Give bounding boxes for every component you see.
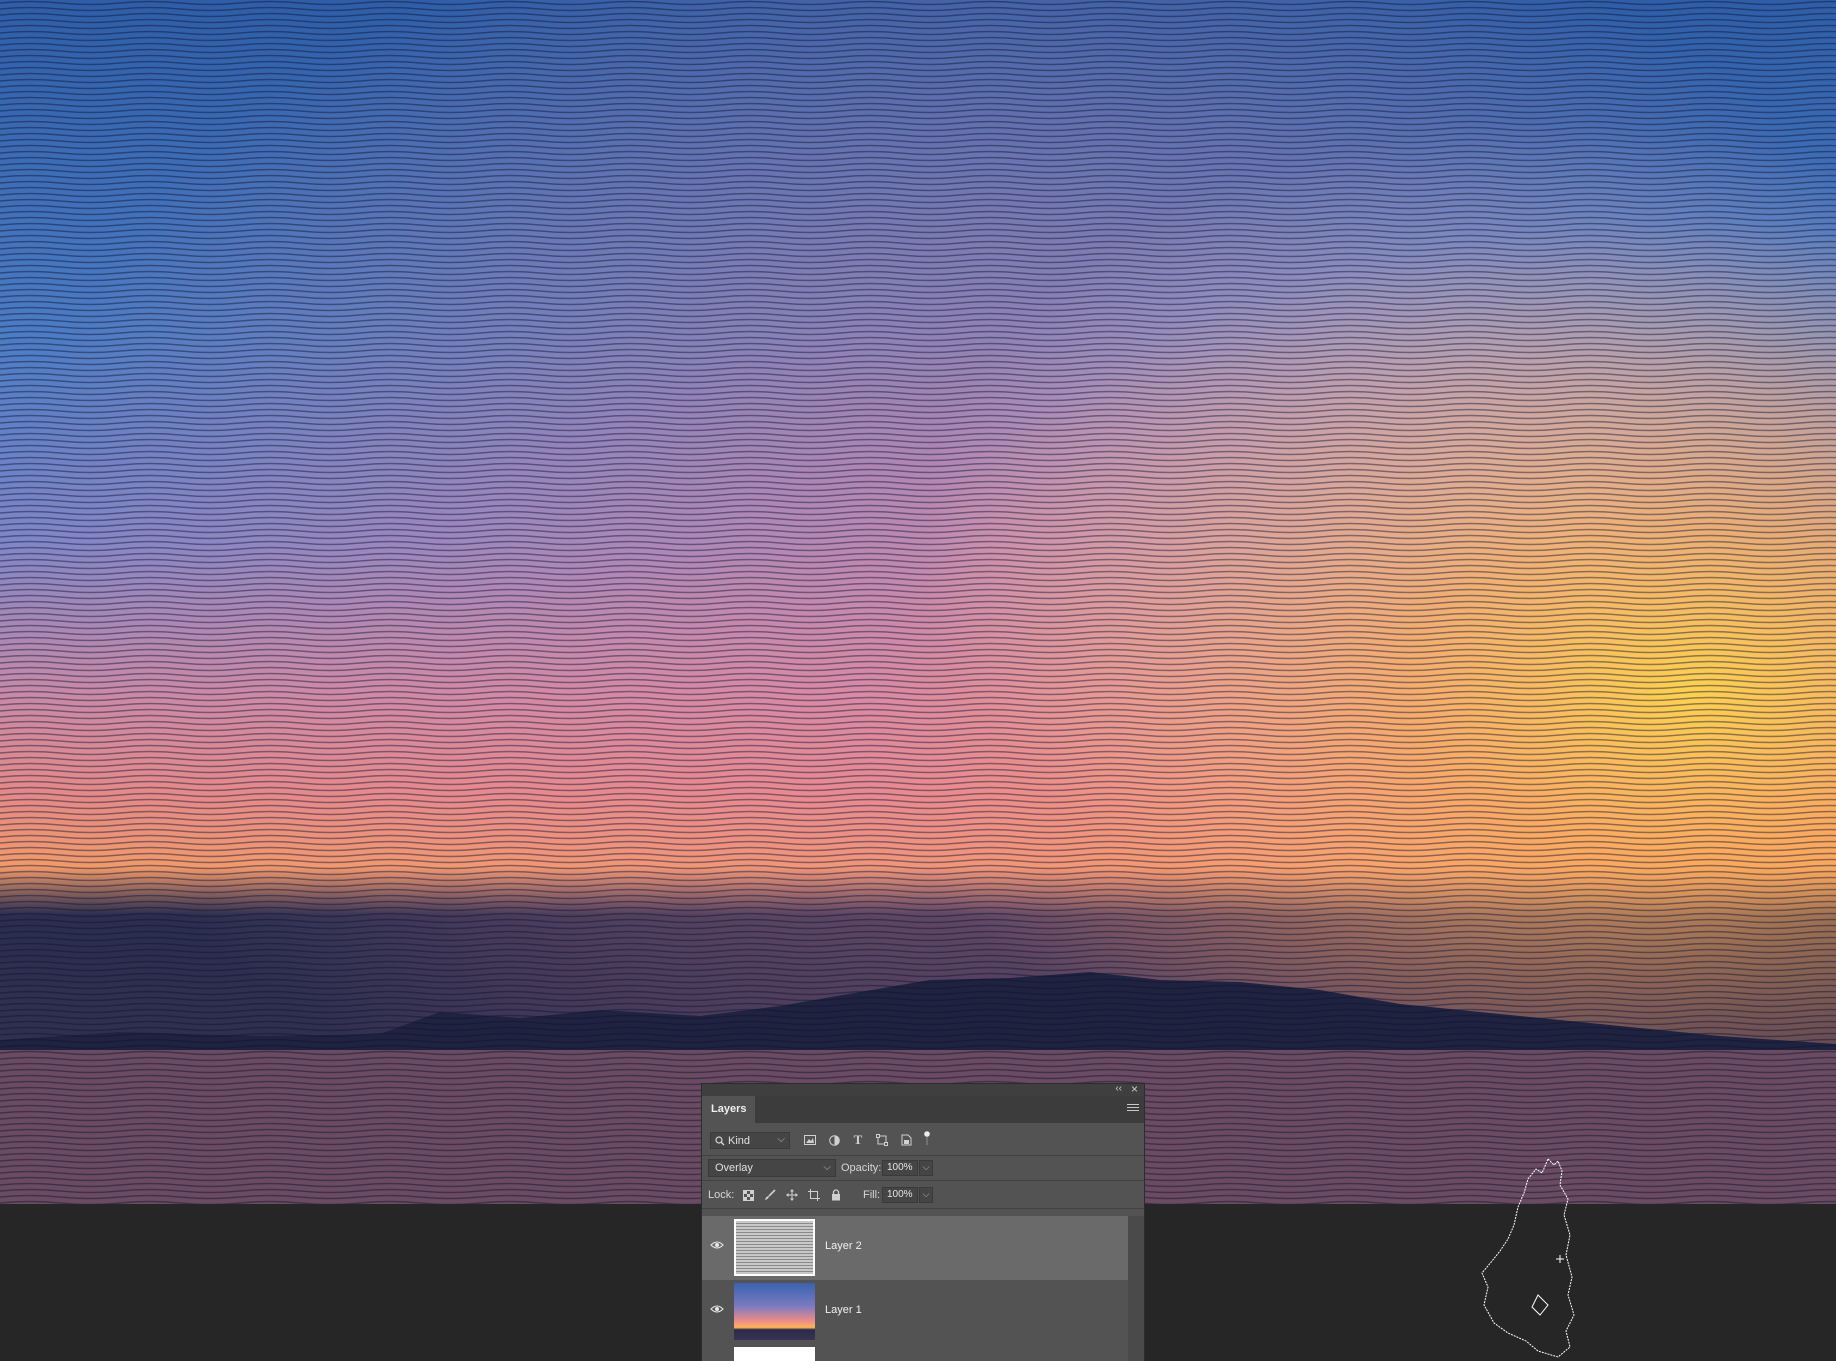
- panel-tab-strip: Layers: [702, 1096, 1144, 1123]
- document-canvas[interactable]: [0, 0, 1836, 1204]
- search-icon: [715, 1135, 725, 1145]
- visibility-eye-icon[interactable]: [710, 1304, 724, 1314]
- layer-row-layer-2[interactable]: Layer 2: [702, 1216, 1128, 1280]
- blend-row: Overlay ⌵ Opacity: 100% ⌵: [702, 1157, 1144, 1179]
- filter-kind-label: Kind: [728, 1134, 751, 1147]
- chevron-down-icon: ⌵: [777, 1134, 785, 1145]
- lock-position-icon[interactable]: [784, 1187, 800, 1203]
- divider: [702, 1180, 1144, 1181]
- visibility-eye-icon[interactable]: [710, 1240, 724, 1250]
- divider: [702, 1155, 1144, 1156]
- smart-object-filter-icon[interactable]: [898, 1132, 914, 1148]
- crosshair-cursor-icon: [1556, 1255, 1564, 1263]
- shape-filter-icon[interactable]: [874, 1132, 890, 1148]
- filter-toggle-switch[interactable]: [924, 1131, 930, 1145]
- fill-label: Fill:: [863, 1189, 881, 1201]
- lock-artboard-icon[interactable]: [806, 1187, 822, 1203]
- layers-scrollbar[interactable]: [1128, 1216, 1144, 1361]
- opacity-slider-dropdown[interactable]: ⌵: [919, 1160, 933, 1176]
- blend-mode-select[interactable]: Overlay ⌵: [708, 1159, 836, 1177]
- layer-name[interactable]: Layer 2: [825, 1240, 862, 1252]
- lock-transparent-pixels-icon[interactable]: [740, 1187, 756, 1203]
- background-thumbnail[interactable]: [734, 1347, 815, 1361]
- layer-1-thumbnail[interactable]: [734, 1283, 815, 1340]
- lock-image-pixels-icon[interactable]: [762, 1187, 778, 1203]
- sunset-image: [0, 0, 1836, 1204]
- layer-name[interactable]: Layer 1: [825, 1304, 862, 1316]
- close-panel-icon[interactable]: ×: [1131, 1082, 1138, 1096]
- lock-all-icon[interactable]: [828, 1187, 844, 1203]
- panel-menu-icon[interactable]: [1127, 1102, 1139, 1114]
- blend-mode-value: Overlay: [715, 1162, 753, 1174]
- tab-layers[interactable]: Layers: [702, 1096, 756, 1123]
- lock-label: Lock:: [708, 1189, 735, 1201]
- lock-row: Lock: Fill: 100% ⌵: [702, 1184, 1144, 1206]
- layers-panel: ‹‹ × Layers Kind ⌵ T Overlay ⌵ Opacity: …: [702, 1082, 1144, 1361]
- divider: [702, 1208, 1144, 1209]
- adjustment-filter-icon[interactable]: [826, 1132, 842, 1148]
- layer-2-thumbnail[interactable]: [734, 1219, 815, 1276]
- image-filter-icon[interactable]: [802, 1132, 818, 1148]
- layer-filter-row: Kind ⌵ T: [702, 1130, 1144, 1154]
- opacity-input[interactable]: 100%: [882, 1160, 918, 1176]
- layer-row-background[interactable]: [702, 1344, 1128, 1361]
- collapse-panel-icon[interactable]: ‹‹: [1115, 1083, 1122, 1094]
- type-filter-icon[interactable]: T: [850, 1132, 866, 1148]
- fill-slider-dropdown[interactable]: ⌵: [919, 1187, 933, 1203]
- opacity-label: Opacity:: [841, 1162, 882, 1174]
- layer-row-layer-1[interactable]: Layer 1: [702, 1280, 1128, 1344]
- panel-titlebar[interactable]: ‹‹ ×: [702, 1082, 1144, 1096]
- chevron-down-icon: ⌵: [823, 1162, 831, 1173]
- filter-kind-select[interactable]: Kind ⌵: [710, 1132, 790, 1149]
- selection-outline: [1481, 1158, 1575, 1358]
- fill-input[interactable]: 100%: [882, 1187, 918, 1203]
